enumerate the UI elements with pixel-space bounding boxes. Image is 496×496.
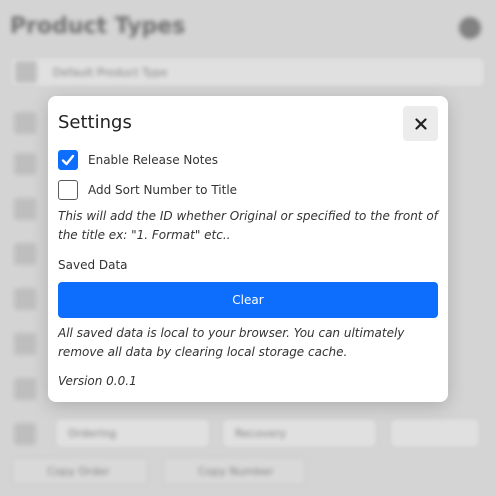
sort-number-note: This will add the ID whether Original or…: [58, 209, 438, 242]
saved-data-label: Saved Data: [58, 258, 128, 272]
close-button[interactable]: [403, 106, 438, 141]
clear-button[interactable]: Clear: [58, 282, 438, 318]
enable-release-notes-checkbox[interactable]: [58, 150, 78, 170]
close-icon: [414, 117, 427, 130]
add-sort-number-checkbox[interactable]: [58, 180, 78, 200]
version-label: Version 0.0.1: [58, 374, 137, 388]
modal-title: Settings: [58, 112, 132, 133]
enable-release-notes-option[interactable]: Enable Release Notes: [58, 150, 218, 170]
enable-release-notes-label: Enable Release Notes: [88, 153, 219, 167]
storage-note: All saved data is local to your browser.…: [58, 326, 405, 359]
settings-modal: Settings Enable Release Notes Add Sort N…: [48, 96, 448, 402]
add-sort-number-label: Add Sort Number to Title: [88, 183, 238, 197]
add-sort-number-option[interactable]: Add Sort Number to Title: [58, 180, 237, 200]
checkmark-icon: [61, 154, 75, 166]
